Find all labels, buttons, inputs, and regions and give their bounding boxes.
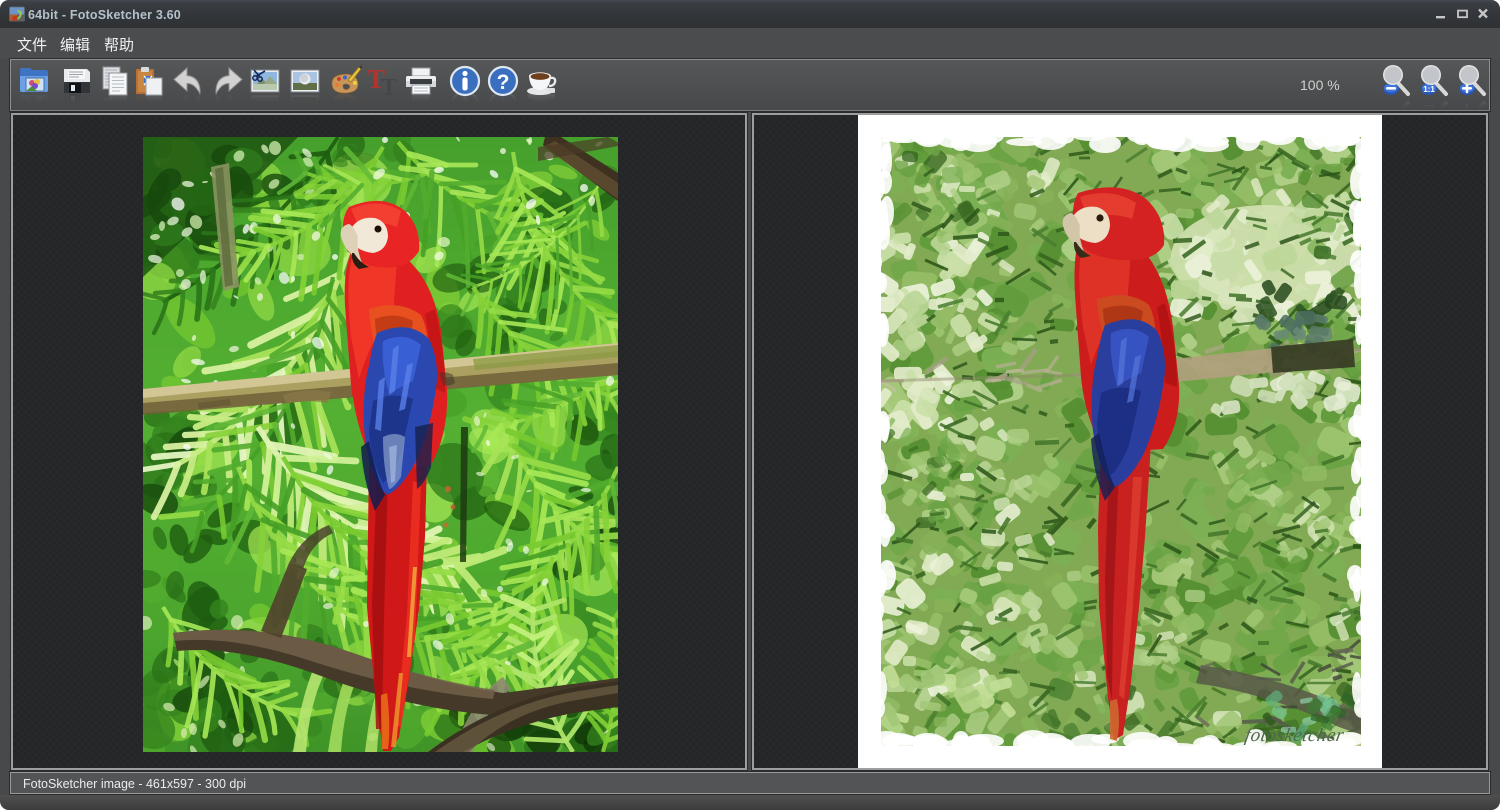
svg-text:1:1: 1:1 — [1423, 85, 1435, 94]
svg-text:T: T — [381, 75, 397, 98]
svg-text:?: ? — [497, 71, 510, 94]
